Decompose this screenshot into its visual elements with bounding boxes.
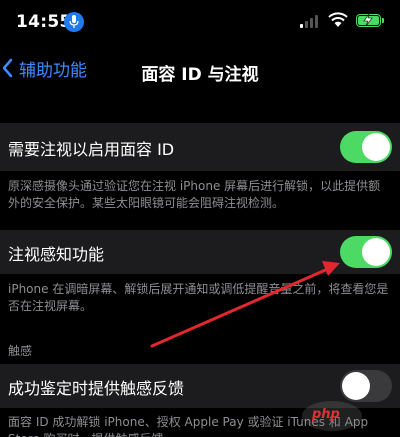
haptic-feedback-toggle[interactable]: [340, 370, 392, 402]
attention-aware-label: 注视感知功能: [8, 245, 105, 264]
attention-aware-toggle[interactable]: [340, 236, 392, 268]
battery-charging-icon: [356, 14, 384, 27]
attention-aware-row[interactable]: 注视感知功能: [0, 230, 400, 274]
watermark-logo: php: [302, 401, 362, 431]
attention-aware-note: iPhone 在调暗屏幕、解锁后展开通知或调低提醒音量之前，将查看您是否在注视屏…: [8, 282, 389, 313]
status-bar: 14:55: [0, 0, 400, 46]
wifi-icon: [328, 12, 348, 27]
require-attention-label: 需要注视以启用面容 ID: [8, 140, 175, 159]
cellular-signal-icon: [300, 15, 320, 28]
require-attention-note: 原深感摄像头通过验证您在注视 iPhone 屏幕后进行解锁，以此提供额外的安全保…: [8, 179, 381, 210]
section-header-haptics: 触感: [8, 344, 33, 358]
require-attention-row[interactable]: 需要注视以启用面容 ID: [0, 123, 400, 171]
page-title: 面容 ID 与注视: [141, 65, 259, 85]
navigation-bar: 辅助功能 面容 ID 与注视: [0, 46, 400, 90]
microphone-icon: [64, 12, 84, 32]
require-attention-toggle[interactable]: [340, 131, 392, 163]
haptic-feedback-label: 成功鉴定时提供触感反馈: [8, 379, 185, 398]
watermark-text: php: [312, 407, 340, 422]
